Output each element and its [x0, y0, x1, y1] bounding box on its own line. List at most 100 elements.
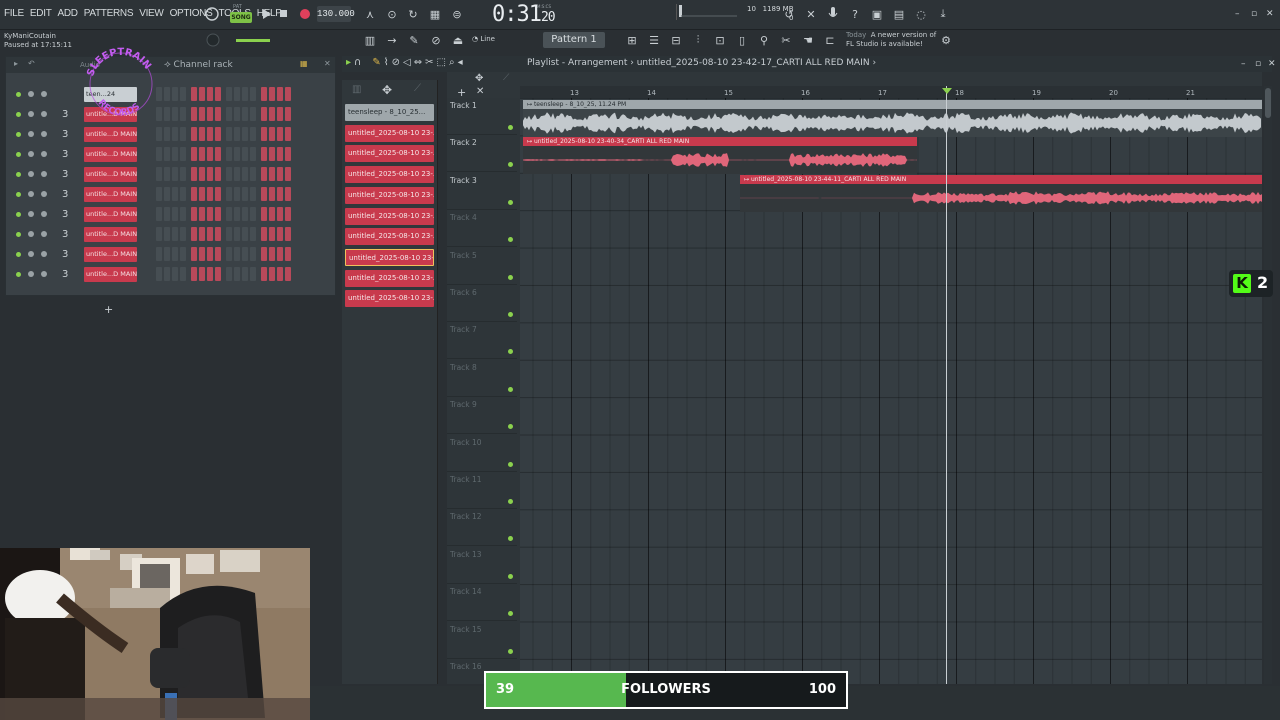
browser-icon[interactable]: ▯	[734, 32, 750, 48]
step-button[interactable]	[172, 87, 178, 101]
channel-volume-knob[interactable]	[41, 171, 47, 177]
step-button[interactable]	[261, 187, 267, 201]
add-channel-button[interactable]: +	[104, 303, 113, 316]
channel-mute-led[interactable]	[16, 112, 21, 117]
channel-mixer-track[interactable]: 3	[62, 229, 68, 240]
step-button[interactable]	[250, 187, 256, 201]
step-button[interactable]	[234, 147, 240, 161]
track-header[interactable]: Track 6	[447, 285, 517, 322]
chat-icon[interactable]: ◌	[913, 6, 929, 22]
undo-icon[interactable]: ↺	[781, 6, 797, 22]
step-button[interactable]	[242, 107, 248, 121]
minimize-icon[interactable]: –	[1235, 9, 1240, 19]
step-button[interactable]	[277, 207, 283, 221]
clip-list-item[interactable]: untitled_2025-08-10 23-...	[345, 186, 434, 204]
step-button[interactable]	[285, 127, 291, 141]
clip-list-item[interactable]: untitled_2025-08-10 23-...	[345, 145, 434, 163]
loop-record-icon[interactable]	[204, 6, 220, 22]
brush-icon[interactable]: ✎	[406, 32, 422, 48]
clip-list-item[interactable]: untitled_2025-08-10 23-...	[345, 248, 434, 266]
step-button[interactable]	[277, 187, 283, 201]
step-button[interactable]	[199, 187, 205, 201]
playlist-icon[interactable]: ☰	[646, 32, 662, 48]
channel-mute-led[interactable]	[16, 132, 21, 137]
pl-slice-icon[interactable]: ✂	[425, 57, 433, 68]
channel-volume-knob[interactable]	[41, 111, 47, 117]
step-button[interactable]	[215, 167, 221, 181]
step-button[interactable]	[285, 187, 291, 201]
new-pattern-icon[interactable]: ⊞	[624, 32, 640, 48]
step-button[interactable]	[191, 247, 197, 261]
channel-row[interactable]: 3 untitle...D MAIN	[12, 247, 332, 263]
rack-grid-icon[interactable]: ▦	[300, 59, 308, 68]
pl-slip-icon[interactable]: ⇔	[414, 57, 422, 68]
channel-mute-led[interactable]	[16, 172, 21, 177]
step-button[interactable]	[207, 187, 213, 201]
playlist-breadcrumb[interactable]: untitled_2025-08-10 23-42-17_CARTI ALL R…	[637, 58, 870, 68]
channel-pan-knob[interactable]	[28, 271, 34, 277]
step-button[interactable]	[207, 227, 213, 241]
channel-volume-knob[interactable]	[41, 191, 47, 197]
track-header[interactable]: Track 9	[447, 397, 517, 435]
clip-list-item[interactable]: untitled_2025-08-10 23-...	[345, 124, 434, 142]
pl-link-icon[interactable]: ⟋	[503, 73, 509, 83]
step-button[interactable]	[234, 207, 240, 221]
step-button[interactable]	[172, 147, 178, 161]
step-button[interactable]	[226, 227, 232, 241]
channel-name-button[interactable]: untitle...D MAIN	[84, 247, 137, 262]
step-button[interactable]	[277, 167, 283, 181]
clip-untitled-2340[interactable]: ↦ untitled_2025-08-10 23-40-34_CARTI ALL…	[523, 137, 917, 174]
step-button[interactable]	[156, 207, 162, 221]
step-button[interactable]	[285, 227, 291, 241]
step-button[interactable]	[242, 267, 248, 281]
channel-mixer-track[interactable]: 3	[62, 169, 68, 180]
step-button[interactable]	[226, 267, 232, 281]
step-button[interactable]	[261, 107, 267, 121]
pl-paint-icon[interactable]: ⌇	[384, 57, 389, 68]
pl-speaker-icon[interactable]: ◂	[458, 57, 463, 68]
settings-icon[interactable]: ⚙	[938, 32, 954, 48]
step-button[interactable]	[261, 167, 267, 181]
channel-volume-knob[interactable]	[41, 151, 47, 157]
step-button[interactable]	[180, 87, 186, 101]
step-button[interactable]	[207, 107, 213, 121]
export-icon[interactable]: ▤	[891, 6, 907, 22]
step-button[interactable]	[156, 227, 162, 241]
step-button[interactable]	[250, 227, 256, 241]
step-button[interactable]	[250, 107, 256, 121]
track-enable-led[interactable]	[508, 312, 513, 317]
step-button[interactable]	[269, 87, 275, 101]
step-button[interactable]	[191, 147, 197, 161]
pl-center-icon[interactable]: ✥	[475, 73, 483, 84]
menu-view[interactable]: VIEW	[139, 8, 164, 19]
step-button[interactable]	[226, 187, 232, 201]
mic-icon[interactable]	[825, 6, 841, 22]
menu-edit[interactable]: EDIT	[30, 8, 52, 19]
step-button[interactable]	[180, 167, 186, 181]
channel-mute-led[interactable]	[16, 252, 21, 257]
touch-icon[interactable]: ☚	[800, 32, 816, 48]
track-enable-led[interactable]	[508, 274, 513, 280]
channel-mixer-track[interactable]: 3	[62, 209, 68, 220]
step-button[interactable]	[207, 167, 213, 181]
step-button[interactable]	[250, 147, 256, 161]
channel-row[interactable]: 3 untitle...D MAIN	[12, 227, 332, 243]
rack-undo-icon[interactable]: ↶	[28, 59, 35, 68]
clip-list-item[interactable]: untitled_2025-08-10 23-...	[345, 228, 434, 246]
step-button[interactable]	[199, 227, 205, 241]
track-header[interactable]: Track 3	[447, 173, 517, 210]
step-button[interactable]	[285, 247, 291, 261]
channel-pan-knob[interactable]	[28, 211, 34, 217]
song-mode-button[interactable]: SONG	[230, 12, 252, 23]
step-button[interactable]	[261, 87, 267, 101]
clip-list-icon-c[interactable]: ⟋	[414, 83, 421, 94]
channel-rack-icon[interactable]: ⫶	[690, 32, 706, 48]
playhead[interactable]	[946, 86, 947, 684]
track-enable-led[interactable]	[508, 536, 513, 542]
clip-list-item[interactable]: untitled_2025-08-10 23-...	[345, 269, 434, 287]
step-button[interactable]	[234, 107, 240, 121]
step-button[interactable]	[164, 167, 170, 181]
channel-name-button[interactable]: untitle...D MAIN	[84, 267, 137, 282]
step-button[interactable]	[242, 87, 248, 101]
channel-mute-led[interactable]	[16, 212, 21, 217]
